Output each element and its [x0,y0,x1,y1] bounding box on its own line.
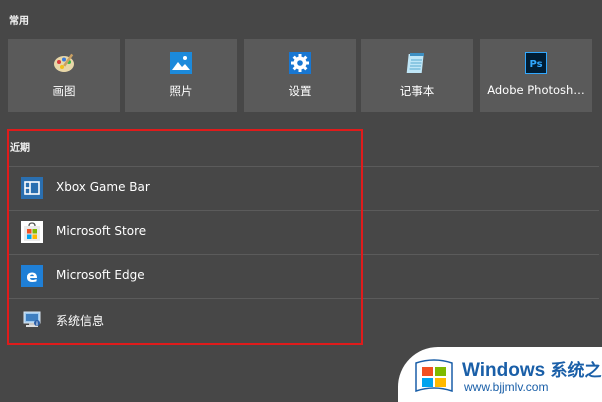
xbox-game-bar-icon [21,177,43,199]
recent-item-xbox-game-bar[interactable]: Xbox Game Bar [9,167,364,210]
pinned-tiles: 画图 照片 设置 记事本 Ps Adobe Photosh… [8,39,600,112]
tile-photoshop-label: Adobe Photosh… [487,83,585,97]
paint-palette-icon [52,51,76,75]
tile-paint[interactable]: 画图 [8,39,120,112]
notepad-icon [405,51,429,75]
recent-item-label: Microsoft Store [56,224,147,238]
watermark-url: www.bjjmlv.com [464,380,549,394]
tile-photos-label: 照片 [169,84,193,98]
section-label-recent: 近期 [10,143,30,154]
recent-item-microsoft-store[interactable]: Microsoft Store [9,211,364,254]
windows-logo-icon [414,359,454,395]
settings-gear-icon [288,51,312,75]
tile-paint-label: 画图 [52,84,76,98]
recent-item-microsoft-edge[interactable]: e Microsoft Edge [9,255,364,298]
system-information-icon: i [21,309,43,331]
tile-settings[interactable]: 设置 [244,39,356,112]
tile-photoshop[interactable]: Ps Adobe Photosh… [480,39,592,112]
svg-text:e: e [26,267,38,287]
microsoft-store-icon [21,221,43,243]
recent-item-label: Microsoft Edge [56,268,145,282]
tile-notepad-label: 记事本 [399,84,435,98]
section-label-common: 常用 [9,16,29,27]
tile-notepad[interactable]: 记事本 [361,39,473,112]
svg-text:Ps: Ps [529,59,542,70]
watermark-brand: Windows [462,360,546,381]
recent-item-label: Xbox Game Bar [56,180,150,194]
tile-settings-label: 设置 [288,84,312,98]
photos-icon [169,51,193,75]
photoshop-icon: Ps [524,51,548,75]
recent-item-system-information[interactable]: i 系统信息 [9,299,364,342]
recent-item-label: 系统信息 [56,314,105,328]
microsoft-edge-icon: e [21,265,43,287]
watermark-title: Windows 系统之家 [462,356,602,382]
watermark: Windows 系统之家 www.bjjmlv.com [398,347,602,402]
tile-photos[interactable]: 照片 [125,39,237,112]
watermark-brand-cn: 系统之家 [550,361,602,380]
svg-text:i: i [36,322,38,328]
